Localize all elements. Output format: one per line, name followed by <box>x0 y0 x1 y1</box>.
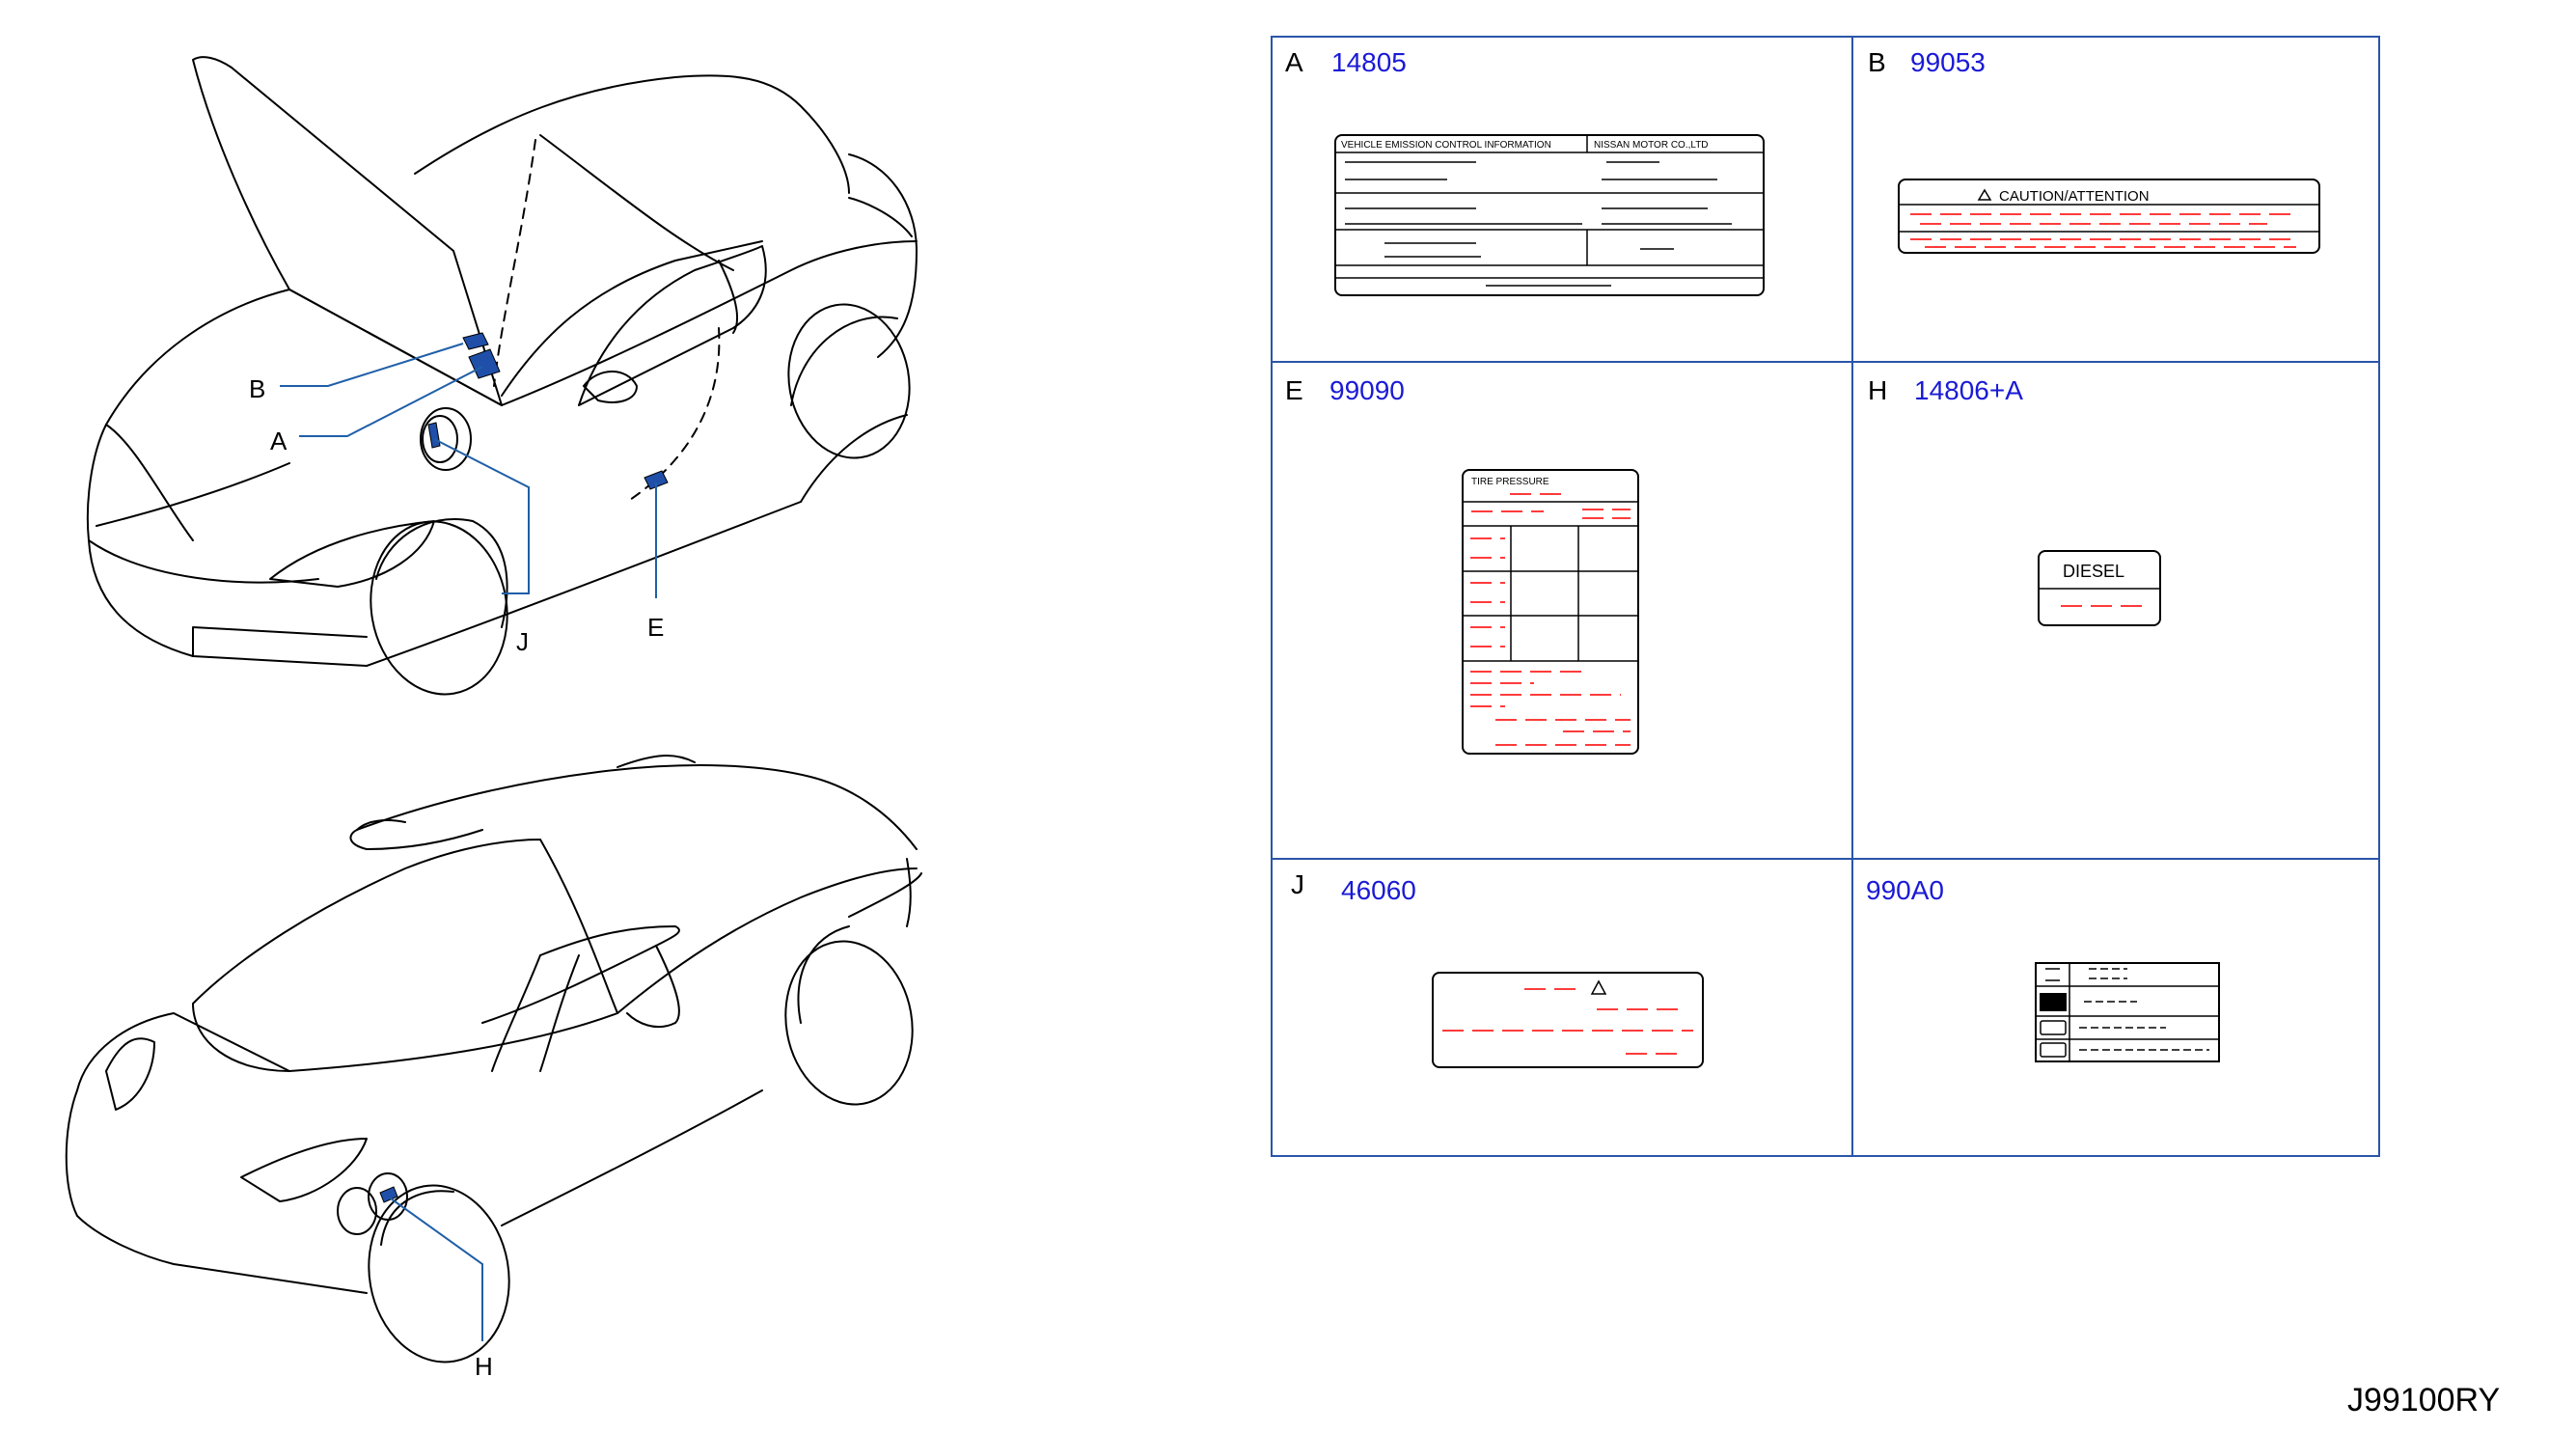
cell-e-letter: E <box>1285 375 1303 405</box>
symbol-table-label <box>2035 962 2220 1062</box>
tire-label-heading: TIRE PRESSURE <box>1471 477 1549 487</box>
diesel-label-text: DIESEL <box>2063 562 2124 581</box>
callout-label-a: A <box>270 427 288 455</box>
cell-a-part-number: 14805 <box>1331 47 1407 77</box>
car-rear-view <box>65 755 922 1363</box>
sticker-j <box>427 422 441 449</box>
callout-label-h: H <box>475 1352 493 1381</box>
sticker-a <box>468 348 501 379</box>
cell-e-part-number: 99090 <box>1329 375 1405 405</box>
cell-h-letter: H <box>1868 375 1887 405</box>
cell-j-letter: J <box>1291 869 1304 899</box>
emission-label-right-heading: NISSAN MOTOR CO.,LTD <box>1594 140 1709 151</box>
cell-h-part-number: 14806+A <box>1914 375 2023 405</box>
caution-label-heading: CAUTION/ATTENTION <box>1999 188 2150 205</box>
car-front-view <box>86 56 918 696</box>
cell-b-letter: B <box>1868 47 1886 77</box>
cell-990a0-part-number: 990A0 <box>1866 875 1944 905</box>
tire-pressure-label: TIRE PRESSURE <box>1462 469 1639 755</box>
diesel-label: DIESEL <box>2038 550 2161 626</box>
emission-label-left-heading: VEHICLE EMISSION CONTROL INFORMATION <box>1341 140 1551 151</box>
cell-a-letter: A <box>1285 47 1303 77</box>
callout-label-j: J <box>516 627 529 656</box>
callout-label-b: B <box>249 374 265 403</box>
warning-label <box>1432 972 1704 1068</box>
cell-b-part-number: 99053 <box>1910 47 1986 77</box>
warning-triangle-icon <box>1590 979 1607 995</box>
diagram-reference-code: J99100RY <box>2347 1382 2500 1418</box>
emission-label: VEHICLE EMISSION CONTROL INFORMATION NIS… <box>1334 134 1765 296</box>
cell-j-part-number: 46060 <box>1341 875 1416 905</box>
callout-line-h <box>390 1198 483 1341</box>
callout-line-j <box>433 438 530 594</box>
caution-label: CAUTION/ATTENTION <box>1898 179 2320 254</box>
callout-label-e: E <box>647 613 664 642</box>
callout-line-b <box>280 343 464 387</box>
warning-triangle-icon <box>1977 188 1992 201</box>
parts-diagram: B A J E H A 14805 B 99053 E 99090 H 1480… <box>65 36 2500 1418</box>
